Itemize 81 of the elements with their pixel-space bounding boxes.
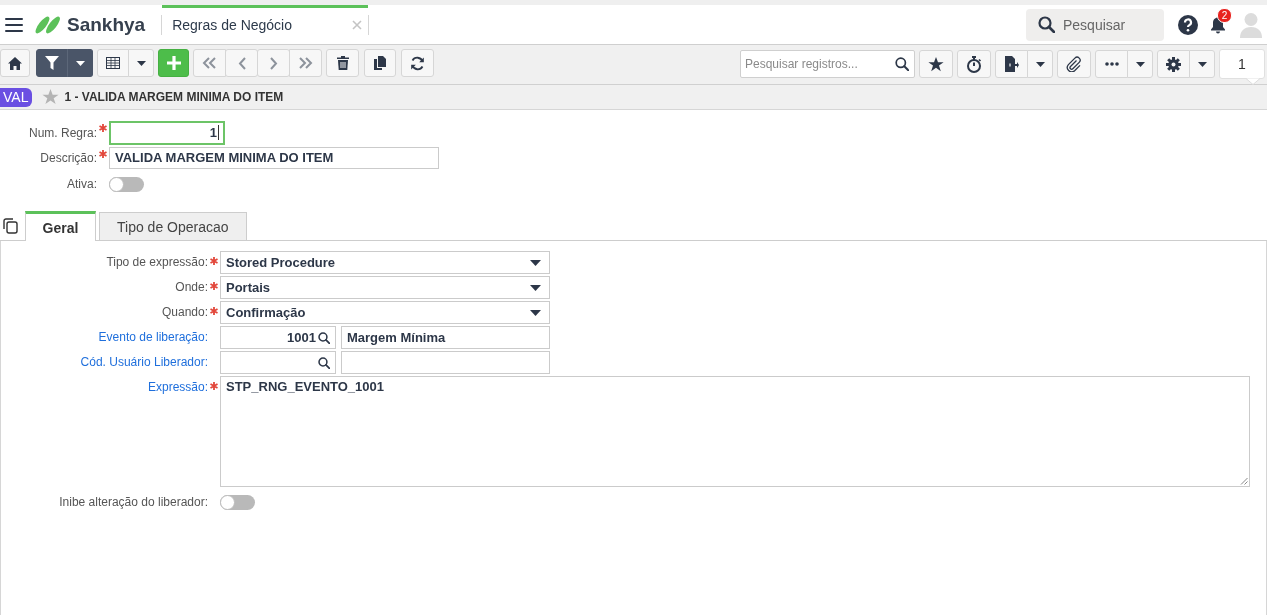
previous-record-button[interactable]: [225, 49, 258, 77]
first-record-button[interactable]: [193, 49, 226, 77]
copy-icon: [373, 56, 387, 70]
home-icon: [8, 56, 22, 70]
search-icon[interactable]: [318, 356, 330, 369]
toggle-switch[interactable]: [220, 494, 255, 510]
home-button[interactable]: [0, 49, 30, 77]
resize-grip-icon[interactable]: [1240, 477, 1248, 485]
trash-icon: [336, 56, 349, 70]
timer-button[interactable]: [957, 50, 991, 78]
text-field[interactable]: VALIDA MARGEM MINIMA DO ITEM: [109, 146, 439, 169]
brand-name: Sankhya: [67, 13, 146, 36]
field-label: Num. Regra:: [27, 125, 97, 140]
help-icon[interactable]: [1178, 14, 1198, 35]
ellipsis-icon: [1104, 62, 1119, 66]
search-icon[interactable]: [318, 331, 330, 344]
duplicate-button[interactable]: [364, 49, 396, 77]
dropdown-field[interactable]: Confirmação: [220, 301, 550, 324]
dropdown-field[interactable]: Portais: [220, 276, 550, 299]
caret-icon: [75, 60, 85, 66]
description-field[interactable]: Margem Mínima: [341, 326, 550, 349]
more-button[interactable]: [1095, 50, 1128, 78]
copy-icon[interactable]: [3, 218, 18, 234]
number-field[interactable]: 1: [109, 120, 225, 145]
refresh-icon: [410, 55, 425, 71]
double-chevron-left-icon: [202, 57, 217, 69]
code-field[interactable]: [220, 351, 336, 374]
star-icon[interactable]: [42, 89, 60, 105]
chevron-left-icon: [237, 56, 246, 70]
chevron-right-icon: [269, 56, 278, 70]
record-counter: 1: [1219, 49, 1265, 79]
caret-icon: [1197, 61, 1207, 67]
filter-button[interactable]: [36, 49, 68, 77]
caret-icon: [136, 60, 146, 66]
notification-badge: 2: [1217, 7, 1232, 23]
text-area[interactable]: STP_RNG_EVENTO_1001: [220, 376, 1250, 487]
document-arrow-icon: [1004, 56, 1019, 72]
favorite-button[interactable]: [919, 50, 953, 78]
refresh-button[interactable]: [401, 49, 434, 77]
plus-icon: [166, 56, 181, 70]
caret-icon: [530, 284, 541, 291]
search-icon: [1038, 16, 1055, 33]
toggle-switch[interactable]: [109, 176, 144, 192]
code-field[interactable]: 1001: [220, 326, 336, 349]
settings-button[interactable]: [1157, 50, 1190, 78]
record-badge: VAL: [0, 87, 33, 107]
field-link[interactable]: Cód. Usuário Liberador:: [1, 351, 208, 374]
menu-icon[interactable]: [5, 17, 23, 32]
caret-icon: [1035, 61, 1045, 67]
tab[interactable]: Tipo de Operacao: [99, 212, 247, 240]
field-label: Tipo de expressão:: [105, 254, 208, 271]
field-link[interactable]: Expressão:: [1, 376, 208, 399]
double-chevron-right-icon: [298, 57, 313, 69]
field-label: Quando:: [160, 304, 208, 321]
record-title: 1 - VALIDA MARGEM MINIMA DO ITEM: [64, 90, 284, 104]
field-label: Inibe alteração do liberador:: [58, 494, 208, 510]
caret-icon: [1135, 61, 1145, 67]
dropdown-field[interactable]: Stored Procedure: [220, 251, 550, 274]
table-icon: [106, 57, 120, 69]
dropdown-button[interactable]: [67, 49, 93, 77]
tab[interactable]: Geral: [25, 211, 96, 241]
next-record-button[interactable]: [257, 49, 290, 77]
field-label: Ativa:: [66, 177, 97, 191]
caret-icon: [530, 309, 541, 316]
star-icon: [928, 56, 944, 72]
field-label: Descrição:: [39, 150, 97, 165]
description-field[interactable]: [341, 351, 550, 374]
filter-icon: [45, 56, 59, 70]
search-icon: [895, 57, 909, 71]
paperclip-icon: [1066, 56, 1082, 72]
grid-view-button[interactable]: [97, 49, 129, 77]
search-field[interactable]: Pesquisar: [1026, 8, 1164, 41]
delete-button[interactable]: [326, 49, 359, 77]
attachment-button[interactable]: [1057, 50, 1091, 78]
stopwatch-icon: [966, 55, 982, 73]
gear-icon: [1166, 56, 1181, 72]
record-search-field[interactable]: Pesquisar registros...: [740, 50, 915, 78]
field-label: Onde:: [174, 279, 208, 296]
field-link[interactable]: Evento de liberação:: [1, 326, 208, 349]
caret-icon: [530, 259, 541, 266]
export-button[interactable]: [995, 50, 1028, 78]
